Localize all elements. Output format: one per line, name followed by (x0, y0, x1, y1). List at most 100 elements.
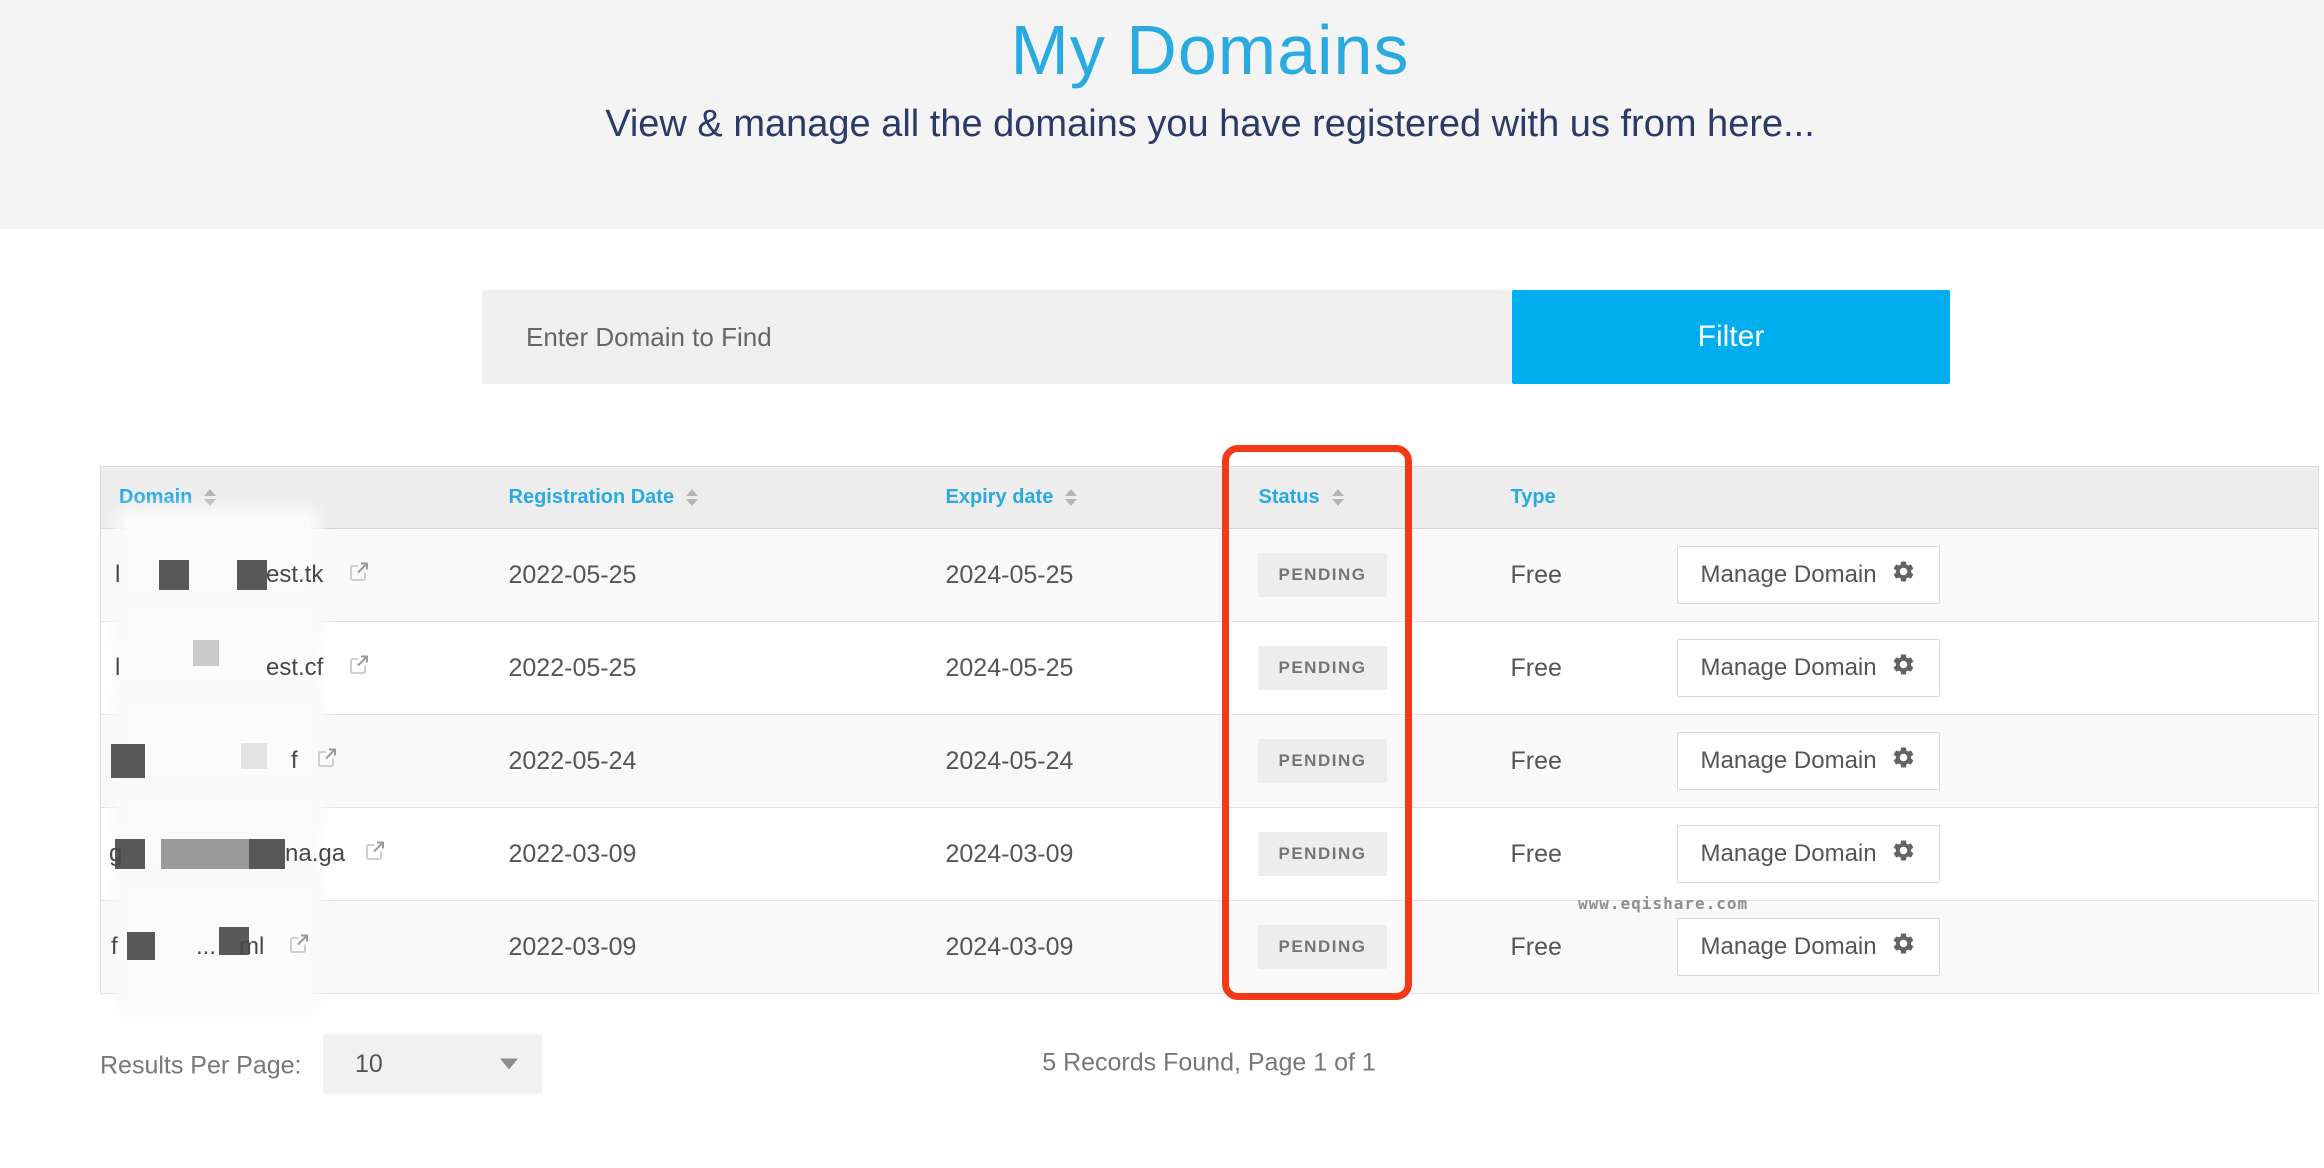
redaction-square (241, 743, 267, 769)
domain-cell: f ... ml (101, 901, 491, 994)
external-link-icon[interactable] (363, 839, 387, 870)
column-header-registration-date[interactable]: Registration Date (491, 467, 928, 529)
domain-text-fragment: est.cf (266, 654, 323, 682)
external-link-icon[interactable] (347, 653, 371, 684)
records-summary: 5 Records Found, Page 1 of 1 (100, 1049, 2318, 1078)
column-header-status[interactable]: Status (1241, 467, 1493, 529)
domain-text-fragment: est.tk (266, 561, 323, 589)
domain-text-fragment: l (115, 654, 120, 682)
manage-domain-button[interactable]: Manage Domain (1677, 918, 1940, 976)
page-title: My Domains (96, 12, 2324, 89)
domain-text-fragment: l (115, 561, 120, 589)
table-row: l est.cf 2022-05-25 2024-05-25 PENDING F… (101, 622, 2319, 715)
column-header-actions (1659, 467, 2319, 529)
search-input[interactable] (482, 290, 1512, 384)
table-row: l est.tk 2022-05-25 2024-05-25 PENDING F… (101, 529, 2319, 622)
expiry-date-cell: 2024-03-09 (928, 808, 1241, 901)
registration-date-cell: 2022-05-25 (491, 622, 928, 715)
expiry-date-cell: 2024-05-25 (928, 622, 1241, 715)
gear-icon (1891, 838, 1916, 870)
type-cell: Free (1493, 715, 1659, 808)
gear-icon (1891, 931, 1916, 963)
column-header-type: Type (1493, 467, 1659, 529)
status-cell: PENDING (1241, 529, 1493, 622)
sort-arrows-icon[interactable] (686, 489, 698, 506)
domain-text-fragment: ml (239, 933, 264, 961)
domains-table: Domain Registration Date Expiry date Sta… (100, 466, 2319, 994)
column-label: Status (1259, 486, 1320, 509)
manage-domain-label: Manage Domain (1701, 747, 1877, 775)
actions-cell: Manage Domain (1659, 901, 2319, 994)
manage-domain-label: Manage Domain (1701, 654, 1877, 682)
type-cell: Free (1493, 529, 1659, 622)
registration-date-cell: 2022-03-09 (491, 901, 928, 994)
table-row: f 2022-05-24 2024-05-24 PENDING Free Man… (101, 715, 2319, 808)
external-link-icon[interactable] (347, 560, 371, 591)
manage-domain-button[interactable]: Manage Domain (1677, 825, 1940, 883)
redaction-square (111, 744, 145, 778)
status-cell: PENDING (1241, 808, 1493, 901)
gear-icon (1891, 652, 1916, 684)
manage-domain-button[interactable]: Manage Domain (1677, 639, 1940, 697)
hero-banner: My Domains View & manage all the domains… (0, 0, 2324, 229)
manage-domain-label: Manage Domain (1701, 561, 1877, 589)
column-header-expiry-date[interactable]: Expiry date (928, 467, 1241, 529)
redaction-square (193, 640, 219, 666)
registration-date-cell: 2022-03-09 (491, 808, 928, 901)
column-label: Expiry date (946, 486, 1054, 509)
sort-arrows-icon[interactable] (204, 489, 216, 506)
domain-cell: l est.tk (101, 529, 491, 622)
status-cell: PENDING (1241, 622, 1493, 715)
manage-domain-label: Manage Domain (1701, 840, 1877, 868)
domains-table-container: Domain Registration Date Expiry date Sta… (100, 466, 2318, 994)
status-cell: PENDING (1241, 901, 1493, 994)
actions-cell: Manage Domain (1659, 622, 2319, 715)
manage-domain-button[interactable]: Manage Domain (1677, 546, 1940, 604)
type-cell: Free (1493, 808, 1659, 901)
gear-icon (1891, 745, 1916, 777)
status-badge: PENDING (1258, 646, 1388, 690)
status-badge: PENDING (1258, 832, 1388, 876)
redaction-square (237, 560, 267, 590)
column-label: Registration Date (509, 486, 675, 509)
external-link-icon[interactable] (287, 932, 311, 963)
redaction-square (161, 839, 251, 869)
domain-text-fragment: na.ga (285, 840, 345, 868)
sort-arrows-icon[interactable] (1065, 489, 1077, 506)
registration-date-cell: 2022-05-24 (491, 715, 928, 808)
sort-arrows-icon[interactable] (1332, 489, 1344, 506)
type-cell: Free (1493, 901, 1659, 994)
manage-domain-label: Manage Domain (1701, 933, 1877, 961)
redaction-square (249, 839, 285, 869)
page-subtitle: View & manage all the domains you have r… (96, 103, 2324, 146)
domain-cell: f (101, 715, 491, 808)
status-badge: PENDING (1258, 553, 1388, 597)
registration-date-cell: 2022-05-25 (491, 529, 928, 622)
expiry-date-cell: 2024-05-24 (928, 715, 1241, 808)
column-label: Type (1511, 486, 1556, 509)
domain-text-fragment: g (109, 840, 122, 868)
status-badge: PENDING (1258, 925, 1388, 969)
actions-cell: Manage Domain (1659, 808, 2319, 901)
external-link-icon[interactable] (315, 746, 339, 777)
status-cell: PENDING (1241, 715, 1493, 808)
pagination-bar: Results Per Page: 10 5 Records Found, Pa… (100, 1034, 2318, 1098)
watermark: www.eqishare.com (1578, 894, 1748, 913)
domain-search-bar: Filter (482, 290, 1950, 384)
column-label: Domain (119, 486, 192, 509)
expiry-date-cell: 2024-05-25 (928, 529, 1241, 622)
type-cell: Free (1493, 622, 1659, 715)
manage-domain-button[interactable]: Manage Domain (1677, 732, 1940, 790)
domain-text-fragment: f (291, 747, 298, 775)
domain-cell: l est.cf (101, 622, 491, 715)
domain-text-fragment: f (111, 933, 118, 961)
actions-cell: Manage Domain (1659, 715, 2319, 808)
domain-text-fragment: ... (196, 933, 216, 961)
actions-cell: Manage Domain (1659, 529, 2319, 622)
filter-button[interactable]: Filter (1512, 290, 1950, 384)
status-badge: PENDING (1258, 739, 1388, 783)
redaction-square (159, 560, 189, 590)
gear-icon (1891, 559, 1916, 591)
table-row: f ... ml 2022-03-09 2024-03-09 PENDING F… (101, 901, 2319, 994)
table-row: g na.ga 2022-03-09 2024-03-09 PENDING Fr… (101, 808, 2319, 901)
